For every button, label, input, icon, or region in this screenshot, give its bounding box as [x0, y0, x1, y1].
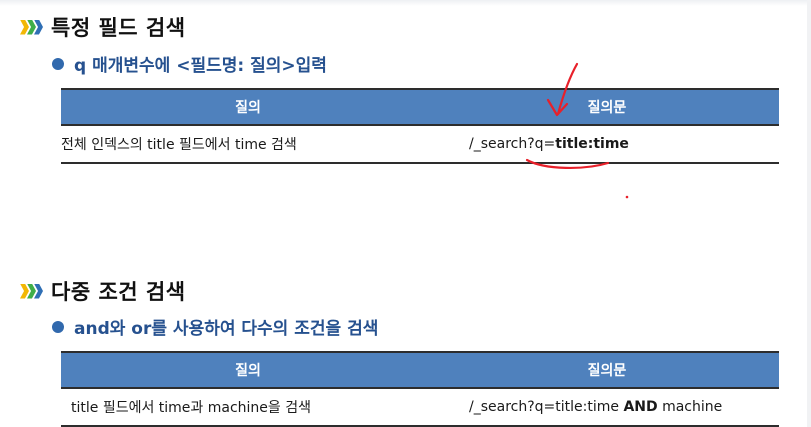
section-title: 다중 조건 검색	[51, 280, 186, 304]
statement-cell: /_search?q=title:time	[435, 125, 779, 164]
chevron-bullet-icon	[20, 283, 43, 299]
section-title: 특정 필드 검색	[51, 16, 186, 40]
bullet-dot-icon	[52, 320, 64, 333]
statement-highlight: title:time	[555, 136, 629, 152]
statement-cell: /_search?q=title:time AND machine	[435, 388, 779, 427]
section-heading-multi-condition: 다중 조건 검색	[20, 276, 186, 306]
column-header-query: 질의	[61, 351, 435, 389]
section-heading-field-search: 특정 필드 검색	[20, 12, 186, 42]
table-row: title 필드에서 time과 machine을 검색 /_search?q=…	[61, 388, 779, 427]
statement-highlight: AND	[623, 399, 658, 415]
bullet-point: q 매개변수에 <필드명: 질의>입력	[52, 51, 327, 76]
query-cell: 전체 인덱스의 title 필드에서 time 검색	[61, 125, 435, 164]
bullet-text: and와 or를 사용하여 다수의 조건을 검색	[74, 319, 379, 339]
annotation-dot	[625, 195, 629, 199]
statement-prefix: /_search?q=	[469, 136, 556, 152]
chevron-bullet-icon	[20, 19, 43, 35]
query-table: 질의 질의문 title 필드에서 time과 machine을 검색 /_se…	[61, 351, 779, 427]
column-header-query: 질의	[61, 88, 435, 126]
query-cell: title 필드에서 time과 machine을 검색	[61, 388, 435, 427]
query-table: 질의 질의문 전체 인덱스의 title 필드에서 time 검색 /_sear…	[61, 88, 779, 164]
bullet-text: q 매개변수에 <필드명: 질의>입력	[74, 56, 327, 76]
right-edge	[807, 0, 811, 427]
statement-prefix: /_search?q=title:time	[469, 399, 624, 415]
table-row: 전체 인덱스의 title 필드에서 time 검색 /_search?q=ti…	[61, 125, 779, 164]
statement-suffix: machine	[657, 399, 723, 415]
top-edge	[0, 0, 811, 6]
column-header-statement: 질의문	[435, 351, 779, 389]
bullet-dot-icon	[52, 57, 64, 70]
bullet-point: and와 or를 사용하여 다수의 조건을 검색	[52, 314, 378, 339]
column-header-statement: 질의문	[435, 88, 779, 126]
